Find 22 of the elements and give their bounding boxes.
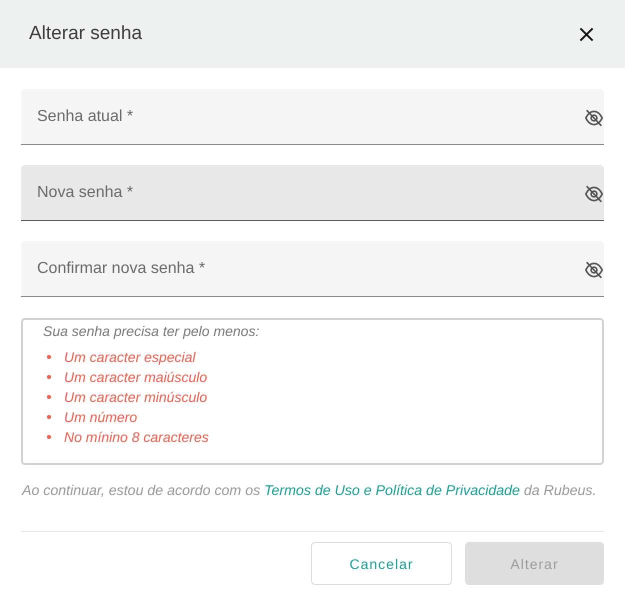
- bullet-icon: [47, 415, 51, 419]
- terms-link[interactable]: Termos de Uso e Política de Privacidade: [264, 483, 520, 499]
- requirement-item: No mínino 8 caracteres: [64, 428, 209, 447]
- bullet-icon: [47, 355, 51, 359]
- requirements-heading: Sua senha precisa ter pelo menos:: [43, 322, 260, 341]
- requirement-item: Um caracter especial: [64, 348, 196, 367]
- eye-slash-icon[interactable]: [584, 260, 604, 278]
- password-field[interactable]: Nova senha *: [21, 165, 604, 221]
- requirement-item: Um número: [64, 408, 138, 427]
- consent-text: Ao continuar, estou de acordo com os Termos de Uso e Política de Privacidade da Rubeus.: [22, 483, 598, 500]
- cancel-button[interactable]: Cancelar: [311, 542, 452, 585]
- password-field[interactable]: Confirmar nova senha *: [21, 241, 604, 297]
- bullet-icon: [47, 395, 51, 399]
- password-field[interactable]: Senha atual *: [21, 89, 604, 145]
- requirement-item: Um caracter maiúsculo: [64, 368, 208, 387]
- eye-slash-icon[interactable]: [584, 184, 604, 202]
- bullet-icon: [47, 375, 51, 379]
- close-icon[interactable]: [579, 26, 594, 42]
- bullet-icon: [47, 435, 51, 439]
- requirement-item: Um caracter minúsculo: [64, 388, 208, 407]
- dialog-title: Alterar senha: [29, 23, 142, 45]
- eye-slash-icon[interactable]: [584, 108, 604, 126]
